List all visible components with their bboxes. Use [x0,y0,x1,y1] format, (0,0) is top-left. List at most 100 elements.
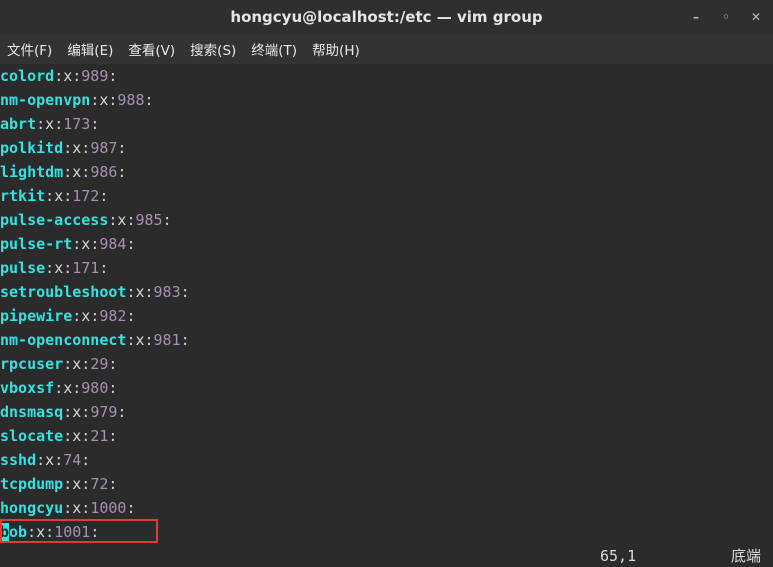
field-separator: : [108,67,118,85]
field-separator: : [81,499,91,517]
menu-view[interactable]: 查看(V) [128,39,181,59]
field-separator: : [63,355,73,373]
field-separator: : [54,451,64,469]
password-field: x [72,427,82,445]
field-separator: : [63,499,73,517]
group-name: vboxsf [0,379,55,397]
field-separator: : [90,115,100,133]
group-name: colord [0,67,55,85]
field-separator: : [117,139,127,157]
field-separator: : [63,187,73,205]
password-field: x [81,307,91,325]
field-separator: : [54,379,64,397]
field-separator: : [108,475,118,493]
group-line: hongcyu:x:1000: [0,496,135,520]
password-field: x [72,139,82,157]
group-id: 983 [153,283,181,301]
group-name: pulse [0,259,46,277]
group-name: lightdm [0,163,64,181]
password-field: x [72,355,82,373]
field-separator: : [45,259,55,277]
field-separator: : [99,259,109,277]
group-name: rtkit [0,187,46,205]
group-name: pulse-rt [0,235,73,253]
group-id: 982 [99,307,127,325]
group-name: hongcyu [0,499,64,517]
group-id: 986 [90,163,118,181]
group-line: nm-openconnect:x:981: [0,328,190,352]
maximize-icon[interactable]: ◦ [719,10,733,24]
group-line: pulse:x:171: [0,256,108,280]
group-name: abrt [0,115,37,133]
group-line: tcpdump:x:72: [0,472,117,496]
close-icon[interactable]: ✕ [749,10,763,24]
menu-help[interactable]: 帮助(H) [312,39,366,59]
password-field: x [81,235,91,253]
password-field: x [54,187,64,205]
group-line: nm-openvpn:x:988: [0,88,154,112]
password-field: x [135,283,145,301]
group-id: 980 [81,379,109,397]
field-separator: : [63,403,73,421]
field-separator: : [180,283,190,301]
group-name: dnsmasq [0,403,64,421]
password-field: x [54,259,64,277]
group-line: polkitd:x:987: [0,136,126,160]
field-separator: : [90,91,100,109]
field-separator: : [72,235,82,253]
group-id: 988 [117,91,145,109]
group-name: pipewire [0,307,73,325]
field-separator: : [63,139,73,157]
field-separator: : [45,187,55,205]
field-separator: : [90,307,100,325]
group-id: 72 [90,475,109,493]
password-field: x [63,379,73,397]
password-field: x [63,67,73,85]
field-separator: : [144,91,154,109]
password-field: x [72,163,82,181]
minimize-icon[interactable]: – [689,10,703,24]
password-field: x [72,499,82,517]
field-separator: : [81,163,91,181]
field-separator: : [72,307,82,325]
group-line: rpcuser:x:29: [0,352,117,376]
group-name: polkitd [0,139,64,157]
field-separator: : [63,163,73,181]
group-line: lightdm:x:986: [0,160,126,184]
group-name: pulse-access [0,211,109,229]
group-line: pulse-rt:x:984: [0,232,135,256]
field-separator: : [36,451,46,469]
group-line: colord:x:989: [0,64,117,88]
group-line: pipewire:x:982: [0,304,135,328]
password-field: x [135,331,145,349]
group-line: slocate:x:21: [0,424,117,448]
field-separator: : [180,331,190,349]
field-separator: : [144,283,154,301]
menu-search[interactable]: 搜索(S) [190,39,242,59]
field-separator: : [72,379,82,397]
password-field: x [72,475,82,493]
group-line: dnsmasq:x:979: [0,400,126,424]
group-line: vboxsf:x:980: [0,376,117,400]
field-separator: : [63,427,73,445]
group-name: sshd [0,451,37,469]
menu-file[interactable]: 文件(F) [7,39,58,59]
group-line: setroubleshoot:x:983: [0,280,190,304]
group-id: 29 [90,355,109,373]
terminal-area[interactable]: colord:x:989: nm-openvpn:x:988: abrt:x:173… [0,64,773,567]
field-separator: : [81,475,91,493]
field-separator: : [54,115,64,133]
scroll-indicator: 底端 [731,547,762,565]
group-name: setroubleshoot [0,283,127,301]
window-titlebar: hongcyu@localhost:/etc — vim group – ◦ ✕ [0,0,773,34]
group-id: 74 [63,451,82,469]
group-id: 987 [90,139,118,157]
group-name: rpcuser [0,355,64,373]
menu-terminal[interactable]: 终端(T) [251,39,303,59]
group-line: rtkit:x:172: [0,184,108,208]
field-separator: : [117,403,127,421]
cursor-position: 65,1 [600,547,637,565]
group-name: nm-openconnect [0,331,127,349]
field-separator: : [36,115,46,133]
menu-edit[interactable]: 编辑(E) [67,39,119,59]
